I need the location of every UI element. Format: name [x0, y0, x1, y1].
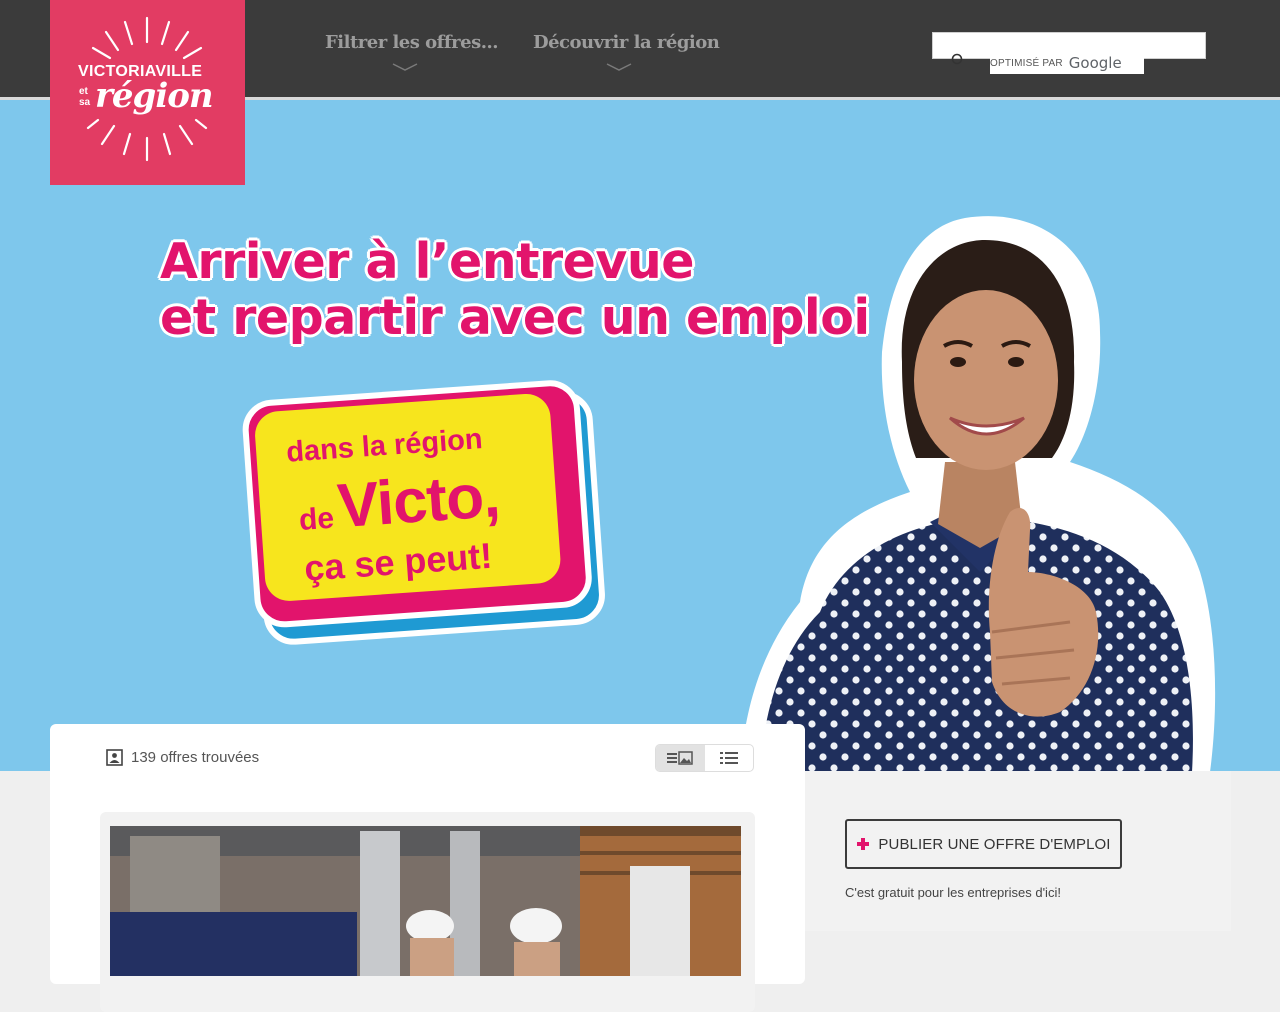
chevron-down-icon	[606, 63, 632, 71]
sidebar-panel: PUBLIER UNE OFFRE D'EMPLOI C'est gratuit…	[805, 771, 1231, 931]
logo-line2: région	[95, 76, 214, 116]
publish-note: C'est gratuit pour les entreprises d'ici…	[845, 885, 1061, 900]
job-listing-item[interactable]	[100, 812, 755, 1012]
publish-job-offer-label: PUBLIER UNE OFFRE D'EMPLOI	[878, 835, 1111, 853]
view-grid-button[interactable]	[656, 745, 705, 771]
plus-icon	[857, 838, 870, 850]
publish-job-offer-button[interactable]: PUBLIER UNE OFFRE D'EMPLOI	[845, 819, 1122, 869]
chevron-down-icon	[392, 63, 418, 71]
image-list-icon	[667, 751, 693, 765]
logo-small1: et	[79, 86, 88, 97]
sticker-line2: de Victo,	[296, 460, 502, 545]
listing-icon	[106, 749, 123, 766]
results-card: 139 offres trouvées	[50, 724, 805, 1012]
nav-discover-region[interactable]: Découvrir la région	[533, 32, 720, 71]
results-count: 139 offres trouvées	[106, 749, 259, 766]
powered-prefix: OPTIMISÉ PAR	[990, 57, 1063, 69]
sticker-de: de	[297, 501, 336, 538]
google-brand: Google	[1068, 54, 1122, 72]
nav-filter-offers[interactable]: Filtrer les offres...	[325, 32, 499, 71]
nav-discover-region-label: Découvrir la région	[533, 32, 720, 53]
sticker-frame: dans la région de Victo, ça se peut!	[240, 378, 594, 630]
site-logo[interactable]: VICTORIAVILLE et sa région	[50, 0, 245, 185]
powered-by-google: OPTIMISÉ PAR Google	[990, 52, 1144, 74]
search-input[interactable]: OPTIMISÉ PAR Google	[932, 32, 1206, 74]
sticker-panel: dans la région de Victo, ça se peut!	[253, 392, 563, 603]
view-list-button[interactable]	[705, 745, 754, 771]
search-icon	[951, 53, 963, 65]
sticker-line3: ça se peut!	[302, 534, 494, 589]
slogan-sticker: dans la région de Victo, ça se peut!	[240, 378, 607, 647]
sticker-victo: Victo,	[335, 461, 502, 542]
job-listing-photo	[110, 826, 741, 976]
view-mode-toggle	[655, 744, 754, 772]
logo-small2: sa	[79, 97, 91, 108]
hero-banner: Arriver à l’entrevue et repartir avec un…	[0, 100, 1280, 771]
list-icon	[719, 752, 738, 764]
nav-filter-offers-label: Filtrer les offres...	[325, 32, 499, 53]
results-count-text: 139 offres trouvées	[131, 749, 260, 766]
hero-person-image	[740, 216, 1216, 771]
